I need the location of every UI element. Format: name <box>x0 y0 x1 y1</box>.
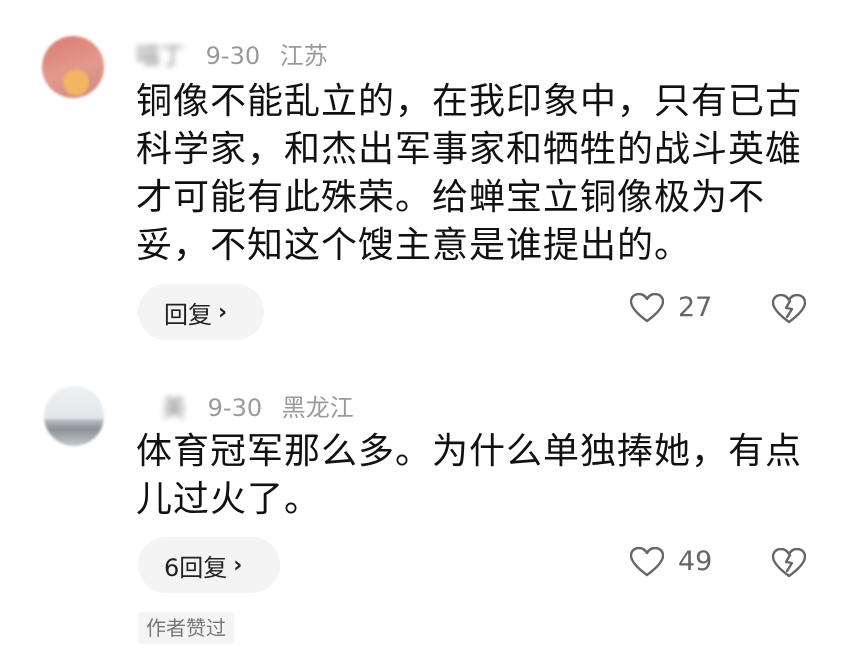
reply-button[interactable]: 6回复 › <box>138 537 280 593</box>
avatar[interactable] <box>42 36 104 98</box>
broken-heart-icon <box>771 547 807 578</box>
like-button[interactable]: 27 <box>630 292 712 323</box>
heart-icon <box>630 292 664 322</box>
author-name[interactable]: 美 <box>162 388 186 423</box>
reply-button[interactable]: 回复 › <box>138 284 264 340</box>
comment-meta: 美 9-30 黑龙江 <box>162 388 354 423</box>
comment-meta: 喵丁 9-30 江苏 <box>136 36 328 71</box>
like-count: 27 <box>678 292 713 323</box>
broken-heart-icon <box>771 293 807 324</box>
comment-location: 黑龙江 <box>281 394 354 422</box>
chevron-right-icon: › <box>233 552 243 578</box>
comment-date: 9-30 <box>205 42 261 70</box>
avatar[interactable] <box>44 386 104 446</box>
author-liked-badge: 作者赞过 <box>138 612 234 644</box>
heart-icon <box>630 546 664 576</box>
dislike-button[interactable] <box>771 547 807 582</box>
reply-label: 回复 <box>164 300 212 329</box>
author-name[interactable]: 喵丁 <box>136 36 184 71</box>
comment-date: 9-30 <box>207 394 263 422</box>
chevron-right-icon: › <box>218 299 228 325</box>
comment-text: 铜像不能乱立的，在我印象中，只有已古科学家，和杰出军事家和牺牲的战斗英雄才可能有… <box>136 81 803 266</box>
like-count: 49 <box>678 546 713 577</box>
comment-text: 体育冠军那么多。为什么单独捧她，有点儿过火了。 <box>136 431 803 520</box>
dislike-button[interactable] <box>771 293 807 328</box>
reply-label: 6回复 <box>164 553 228 582</box>
like-button[interactable]: 49 <box>630 546 712 577</box>
comment-location: 江苏 <box>279 42 328 70</box>
